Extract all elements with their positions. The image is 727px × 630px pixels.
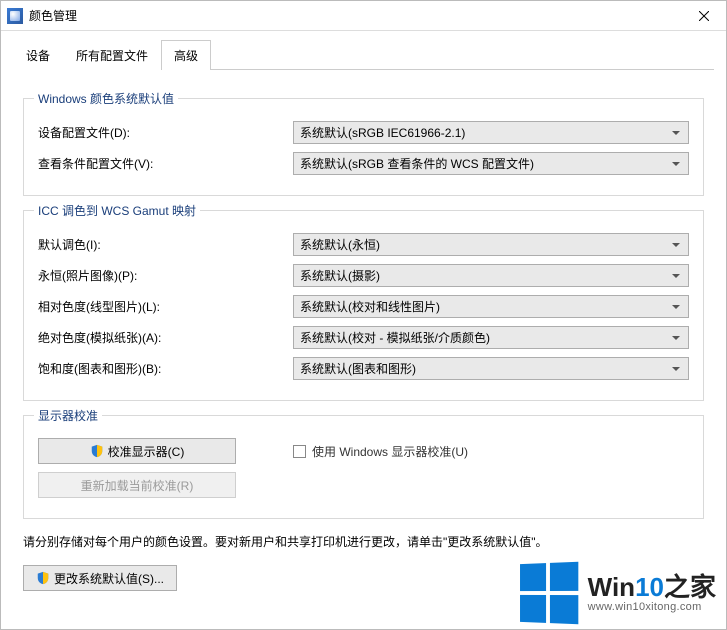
row-relative: 相对色度(线型图片)(L): 系统默认(校对和线性图片) — [38, 295, 689, 318]
titlebar: 颜色管理 — [1, 1, 726, 31]
watermark-url: www.win10xitong.com — [588, 601, 716, 613]
tab-content: Windows 颜色系统默认值 设备配置文件(D): 系统默认(sRGB IEC… — [1, 80, 726, 591]
close-icon — [699, 11, 709, 21]
change-system-defaults-label: 更改系统默认值(S)... — [54, 570, 164, 587]
group-legend-calibration: 显示器校准 — [34, 407, 102, 424]
group-legend-defaults: Windows 颜色系统默认值 — [34, 90, 178, 107]
select-default-intent-value: 系统默认(永恒) — [300, 236, 380, 253]
group-windows-color-defaults: Windows 颜色系统默认值 设备配置文件(D): 系统默认(sRGB IEC… — [23, 98, 704, 196]
checkbox-box-icon — [293, 445, 306, 458]
shield-icon — [36, 571, 50, 585]
window-title: 颜色管理 — [29, 7, 77, 24]
row-viewing-profile: 查看条件配置文件(V): 系统默认(sRGB 查看条件的 WCS 配置文件) — [38, 152, 689, 175]
tab-advanced[interactable]: 高级 — [161, 40, 211, 70]
reload-current-calibration-label: 重新加载当前校准(R) — [81, 477, 194, 494]
calibrate-display-button[interactable]: 校准显示器(C) — [38, 438, 236, 464]
row-absolute: 绝对色度(模拟纸张)(A): 系统默认(校对 - 模拟纸张/介质颜色) — [38, 326, 689, 349]
app-icon — [7, 8, 23, 24]
row-perceptual: 永恒(照片图像)(P): 系统默认(摄影) — [38, 264, 689, 287]
tab-devices[interactable]: 设备 — [13, 40, 63, 70]
tab-strip: 设备 所有配置文件 高级 — [1, 31, 726, 69]
label-viewing-profile: 查看条件配置文件(V): — [38, 155, 293, 172]
watermark-text: Win10之家 www.win10xitong.com — [588, 573, 716, 614]
shield-icon — [90, 444, 104, 458]
select-relative-value: 系统默认(校对和线性图片) — [300, 298, 440, 315]
select-saturation[interactable]: 系统默认(图表和图形) — [293, 357, 689, 380]
watermark-brand-c: 之家 — [664, 572, 716, 602]
label-relative: 相对色度(线型图片)(L): — [38, 298, 293, 315]
group-display-calibration: 显示器校准 校准显示器(C) 使用 Windows 显示器校准(U) — [23, 415, 704, 519]
select-perceptual-value: 系统默认(摄影) — [300, 267, 380, 284]
select-viewing-profile-value: 系统默认(sRGB 查看条件的 WCS 配置文件) — [300, 155, 534, 172]
tab-all-profiles[interactable]: 所有配置文件 — [63, 40, 161, 70]
group-gamut-mapping: ICC 调色到 WCS Gamut 映射 默认调色(I): 系统默认(永恒) 永… — [23, 210, 704, 401]
select-viewing-profile[interactable]: 系统默认(sRGB 查看条件的 WCS 配置文件) — [293, 152, 689, 175]
watermark: Win10之家 www.win10xitong.com — [518, 563, 716, 623]
close-button[interactable] — [681, 1, 726, 31]
select-device-profile[interactable]: 系统默认(sRGB IEC61966-2.1) — [293, 121, 689, 144]
group-legend-gamut: ICC 调色到 WCS Gamut 映射 — [34, 202, 200, 219]
label-default-intent: 默认调色(I): — [38, 236, 293, 253]
select-device-profile-value: 系统默认(sRGB IEC61966-2.1) — [300, 124, 465, 141]
row-reload: 重新加载当前校准(R) — [38, 472, 689, 498]
select-absolute-value: 系统默认(校对 - 模拟纸张/介质颜色) — [300, 329, 490, 346]
row-saturation: 饱和度(图表和图形)(B): 系统默认(图表和图形) — [38, 357, 689, 380]
label-device-profile: 设备配置文件(D): — [38, 124, 293, 141]
watermark-brand-a: Win — [588, 572, 635, 602]
use-windows-calibration-label: 使用 Windows 显示器校准(U) — [312, 443, 468, 460]
row-calibrate: 校准显示器(C) 使用 Windows 显示器校准(U) — [38, 438, 689, 464]
label-absolute: 绝对色度(模拟纸张)(A): — [38, 329, 293, 346]
watermark-brand-b: 10 — [635, 572, 664, 602]
select-absolute[interactable]: 系统默认(校对 - 模拟纸张/介质颜色) — [293, 326, 689, 349]
reload-current-calibration-button: 重新加载当前校准(R) — [38, 472, 236, 498]
row-device-profile: 设备配置文件(D): 系统默认(sRGB IEC61966-2.1) — [38, 121, 689, 144]
note-text: 请分别存储对每个用户的颜色设置。要对新用户和共享打印机进行更改，请单击"更改系统… — [23, 533, 704, 551]
use-windows-calibration-checkbox[interactable]: 使用 Windows 显示器校准(U) — [293, 443, 468, 460]
label-saturation: 饱和度(图表和图形)(B): — [38, 360, 293, 377]
label-perceptual: 永恒(照片图像)(P): — [38, 267, 293, 284]
select-relative[interactable]: 系统默认(校对和线性图片) — [293, 295, 689, 318]
windows-logo-icon — [520, 562, 578, 625]
calibrate-display-label: 校准显示器(C) — [108, 443, 185, 460]
row-default-intent: 默认调色(I): 系统默认(永恒) — [38, 233, 689, 256]
select-perceptual[interactable]: 系统默认(摄影) — [293, 264, 689, 287]
change-system-defaults-button[interactable]: 更改系统默认值(S)... — [23, 565, 177, 591]
select-saturation-value: 系统默认(图表和图形) — [300, 360, 416, 377]
select-default-intent[interactable]: 系统默认(永恒) — [293, 233, 689, 256]
